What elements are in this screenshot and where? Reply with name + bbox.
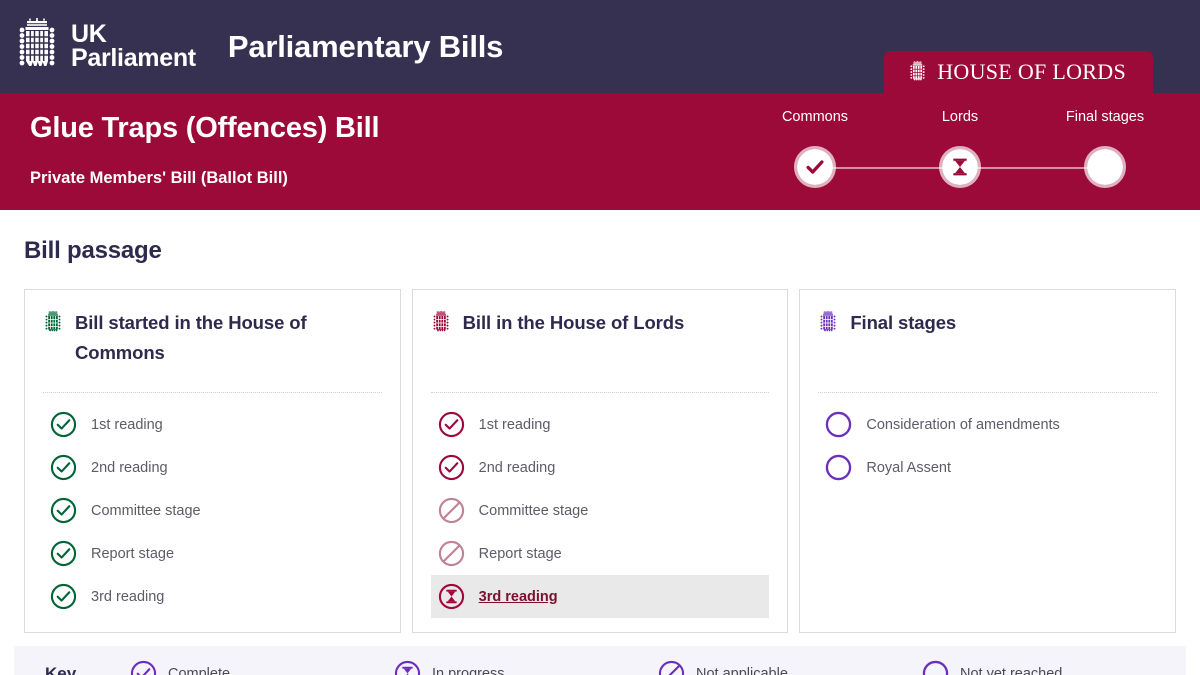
brand-logo-link[interactable]: UK Parliament <box>14 17 196 76</box>
hourglass-icon <box>438 583 464 610</box>
hourglass-icon <box>394 660 421 675</box>
stage-label: 3rd reading <box>478 588 558 605</box>
stage-row[interactable]: 2nd reading <box>43 446 382 489</box>
key-item-in-progress: In progress <box>394 660 658 675</box>
card-final-stages: Final stages Consideration of amendments… <box>799 289 1177 633</box>
stage-row[interactable]: Consideration of amendments <box>818 403 1157 446</box>
bill-passage-cards: Bill started in the House of Commons 1st… <box>0 265 1200 633</box>
site-header: UK Parliament Parliamentary Bills HOUSE … <box>0 0 1200 93</box>
stage-row[interactable]: 1st reading <box>431 403 770 446</box>
card-title-commons: Bill started in the House of Commons <box>75 312 307 363</box>
tracker-label-lords: Lords <box>941 109 979 125</box>
check-icon <box>438 411 464 438</box>
stage-label: Committee stage <box>478 502 589 519</box>
check-icon <box>50 454 77 481</box>
stage-label: Report stage <box>478 545 562 562</box>
key-item-not-applicable: Not applicable <box>658 660 922 675</box>
no-entry-icon <box>438 497 464 524</box>
stage-row[interactable]: Report stage <box>431 532 770 575</box>
check-icon <box>130 660 157 675</box>
hourglass-icon <box>953 158 967 176</box>
check-icon <box>806 160 824 174</box>
stage-label: Royal Assent <box>866 459 951 476</box>
empty-circle-icon <box>826 411 852 438</box>
empty-circle-icon <box>922 660 949 675</box>
no-entry-icon <box>658 660 685 675</box>
stage-row[interactable]: Committee stage <box>431 489 770 532</box>
stage-row[interactable]: Report stage <box>43 532 382 575</box>
stage-label: 3rd reading <box>91 588 165 605</box>
empty-circle-icon <box>1095 157 1115 177</box>
stage-list-commons: 1st reading 2nd reading Committee stage <box>43 403 382 618</box>
house-of-lords-badge: HOUSE OF LORDS <box>884 51 1153 93</box>
check-icon <box>438 454 464 481</box>
check-icon <box>50 583 77 610</box>
stage-row[interactable]: 2nd reading <box>431 446 770 489</box>
key-label: Not applicable <box>696 665 788 675</box>
card-title-lords: Bill in the House of Lords <box>462 312 685 333</box>
portcullis-icon-purple <box>820 310 836 332</box>
bill-progress-tracker: Commons Lords Final stages <box>760 109 1160 199</box>
brand-wordmark: UK Parliament <box>71 20 196 72</box>
portcullis-icon-green <box>45 310 61 332</box>
app-title: Parliamentary Bills <box>227 28 504 64</box>
card-lords: Bill in the House of Lords 1st reading 2… <box>411 289 789 633</box>
key-label: Complete <box>168 665 231 675</box>
stage-list-final-stages: Consideration of amendments Royal Assent <box>818 403 1157 489</box>
tracker-label-commons: Commons <box>781 109 849 125</box>
stage-row[interactable]: Royal Assent <box>818 446 1157 489</box>
check-icon <box>50 540 77 567</box>
no-entry-icon <box>438 540 464 567</box>
card-commons: Bill started in the House of Commons 1st… <box>24 289 401 633</box>
stage-list-lords: 1st reading 2nd reading Committee stage <box>430 403 770 618</box>
tracker-label-final-stages: Final stages <box>1065 109 1145 125</box>
key-label: Not yet reached <box>960 665 1063 675</box>
card-divider <box>43 392 382 393</box>
stage-label: 1st reading <box>478 416 551 433</box>
bill-banner: Glue Traps (Offences) Bill Private Membe… <box>0 93 1200 210</box>
key-item-not-yet-reached: Not yet reached <box>922 660 1186 675</box>
check-icon <box>50 411 77 438</box>
key-item-complete: Complete <box>130 660 394 675</box>
card-title-final-stages: Final stages <box>850 312 957 333</box>
stage-label: Committee stage <box>91 502 201 519</box>
page-title: Bill passage <box>24 237 162 264</box>
tracker-node-final-stages[interactable] <box>1084 146 1126 188</box>
empty-circle-icon <box>826 454 852 481</box>
card-divider <box>818 392 1158 393</box>
key-label: In progress <box>432 665 505 675</box>
key-title: Key <box>45 663 77 675</box>
stage-label: 1st reading <box>91 416 163 433</box>
check-icon <box>50 497 77 524</box>
stage-label: 2nd reading <box>91 459 168 476</box>
house-badge-label: HOUSE OF LORDS <box>937 59 1126 84</box>
stage-row-current[interactable]: 3rd reading <box>430 575 770 618</box>
tracker-node-lords[interactable] <box>939 146 981 188</box>
main-content: Bill passage Bill started in the House o… <box>0 210 1200 675</box>
portcullis-icon <box>910 60 925 80</box>
stage-row[interactable]: 3rd reading <box>43 575 382 618</box>
portcullis-icon-crimson <box>433 310 449 332</box>
stage-label: Consideration of amendments <box>866 416 1060 433</box>
stage-row[interactable]: Committee stage <box>43 489 382 532</box>
tracker-node-commons[interactable] <box>794 146 836 188</box>
card-divider <box>430 392 770 393</box>
key-legend: Key Complete In progress Not applicable … <box>14 646 1186 675</box>
stage-label: Report stage <box>91 545 175 562</box>
portcullis-icon <box>19 17 55 66</box>
stage-label: 2nd reading <box>478 459 556 476</box>
stage-row[interactable]: 1st reading <box>43 403 382 446</box>
